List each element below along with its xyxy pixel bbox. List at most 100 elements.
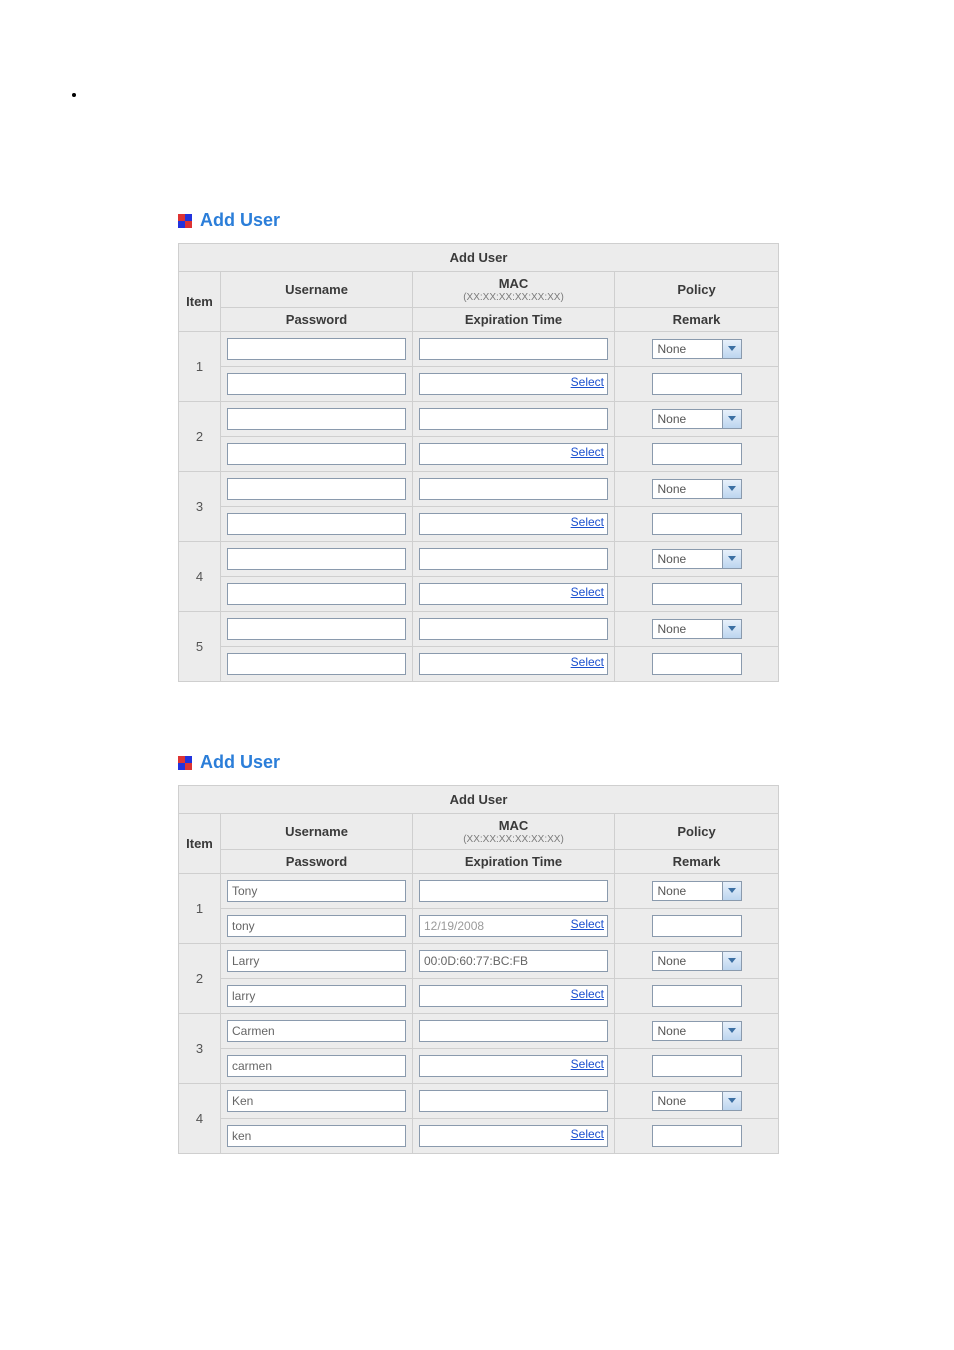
bullet-icon <box>72 93 76 97</box>
mac-input[interactable] <box>419 1020 608 1042</box>
chevron-down-icon <box>722 882 741 900</box>
table-title: Add User <box>179 244 779 272</box>
remark-input[interactable] <box>652 373 742 395</box>
col-policy: Policy <box>615 272 779 308</box>
remark-input[interactable] <box>652 985 742 1007</box>
item-number: 1 <box>179 874 221 944</box>
chevron-down-icon <box>722 1092 741 1110</box>
table-row: 4None <box>179 1084 779 1119</box>
policy-select[interactable]: None <box>652 881 742 901</box>
mac-input[interactable] <box>419 1090 608 1112</box>
policy-select[interactable]: None <box>652 339 742 359</box>
username-input[interactable] <box>227 338 406 360</box>
select-date-link[interactable]: Select <box>571 1057 604 1071</box>
item-number: 2 <box>179 402 221 472</box>
chevron-down-icon <box>722 340 741 358</box>
remark-input[interactable] <box>652 915 742 937</box>
chevron-down-icon <box>722 620 741 638</box>
select-date-link[interactable]: Select <box>571 445 604 459</box>
remark-input[interactable] <box>652 443 742 465</box>
section-heading-text: Add User <box>200 210 280 231</box>
section-heading: Add User <box>178 752 776 773</box>
select-date-link[interactable]: Select <box>571 375 604 389</box>
username-input[interactable] <box>227 478 406 500</box>
username-input[interactable] <box>227 408 406 430</box>
remark-input[interactable] <box>652 583 742 605</box>
remark-input[interactable] <box>652 1125 742 1147</box>
mac-input[interactable] <box>419 338 608 360</box>
table-row: Select <box>179 367 779 402</box>
policy-select[interactable]: None <box>652 619 742 639</box>
table-row: Select <box>179 979 779 1014</box>
chevron-down-icon <box>722 550 741 568</box>
chevron-down-icon <box>722 480 741 498</box>
item-number: 4 <box>179 542 221 612</box>
mac-input[interactable] <box>419 618 608 640</box>
section-heading: Add User <box>178 210 776 231</box>
select-date-link[interactable]: Select <box>571 655 604 669</box>
mac-input[interactable] <box>419 880 608 902</box>
table-row: 3None <box>179 472 779 507</box>
table-row: 1None <box>179 332 779 367</box>
select-date-link[interactable]: Select <box>571 1127 604 1141</box>
remark-input[interactable] <box>652 653 742 675</box>
table-row: 4None <box>179 542 779 577</box>
username-input[interactable] <box>227 548 406 570</box>
username-input[interactable] <box>227 1020 406 1042</box>
select-date-link[interactable]: Select <box>571 585 604 599</box>
policy-select[interactable]: None <box>652 1091 742 1111</box>
add-user-section-empty: Add User Add User Item Username MAC(XX:X… <box>178 210 776 682</box>
col-item: Item <box>179 814 221 874</box>
item-number: 4 <box>179 1084 221 1154</box>
add-user-table-empty: Add User Item Username MAC(XX:XX:XX:XX:X… <box>178 243 779 682</box>
password-input[interactable] <box>227 513 406 535</box>
username-input[interactable] <box>227 950 406 972</box>
policy-select[interactable]: None <box>652 951 742 971</box>
table-row: 2None <box>179 402 779 437</box>
remark-input[interactable] <box>652 1055 742 1077</box>
password-input[interactable] <box>227 1055 406 1077</box>
password-input[interactable] <box>227 1125 406 1147</box>
mac-input[interactable] <box>419 478 608 500</box>
col-policy: Policy <box>615 814 779 850</box>
table-row: 5None <box>179 612 779 647</box>
password-input[interactable] <box>227 915 406 937</box>
table-row: Select <box>179 577 779 612</box>
mac-input[interactable] <box>419 950 608 972</box>
policy-select[interactable]: None <box>652 409 742 429</box>
password-input[interactable] <box>227 653 406 675</box>
col-password: Password <box>221 850 413 874</box>
table-row: Select <box>179 437 779 472</box>
username-input[interactable] <box>227 880 406 902</box>
policy-select[interactable]: None <box>652 549 742 569</box>
select-date-link[interactable]: Select <box>571 917 604 931</box>
table-row: Select <box>179 909 779 944</box>
chevron-down-icon <box>722 952 741 970</box>
password-input[interactable] <box>227 985 406 1007</box>
add-user-icon <box>178 214 192 228</box>
username-input[interactable] <box>227 618 406 640</box>
table-row: 3None <box>179 1014 779 1049</box>
col-remark: Remark <box>615 308 779 332</box>
col-item: Item <box>179 272 221 332</box>
item-number: 2 <box>179 944 221 1014</box>
password-input[interactable] <box>227 443 406 465</box>
policy-select[interactable]: None <box>652 1021 742 1041</box>
username-input[interactable] <box>227 1090 406 1112</box>
select-date-link[interactable]: Select <box>571 515 604 529</box>
col-remark: Remark <box>615 850 779 874</box>
remark-input[interactable] <box>652 513 742 535</box>
policy-select[interactable]: None <box>652 479 742 499</box>
chevron-down-icon <box>722 410 741 428</box>
add-user-icon <box>178 756 192 770</box>
password-input[interactable] <box>227 373 406 395</box>
add-user-section-filled: Add User Add User Item Username MAC(XX:X… <box>178 752 776 1154</box>
mac-input[interactable] <box>419 408 608 430</box>
col-expiration: Expiration Time <box>413 850 615 874</box>
col-expiration: Expiration Time <box>413 308 615 332</box>
password-input[interactable] <box>227 583 406 605</box>
table-row: Select <box>179 1119 779 1154</box>
item-number: 3 <box>179 1014 221 1084</box>
select-date-link[interactable]: Select <box>571 987 604 1001</box>
mac-input[interactable] <box>419 548 608 570</box>
